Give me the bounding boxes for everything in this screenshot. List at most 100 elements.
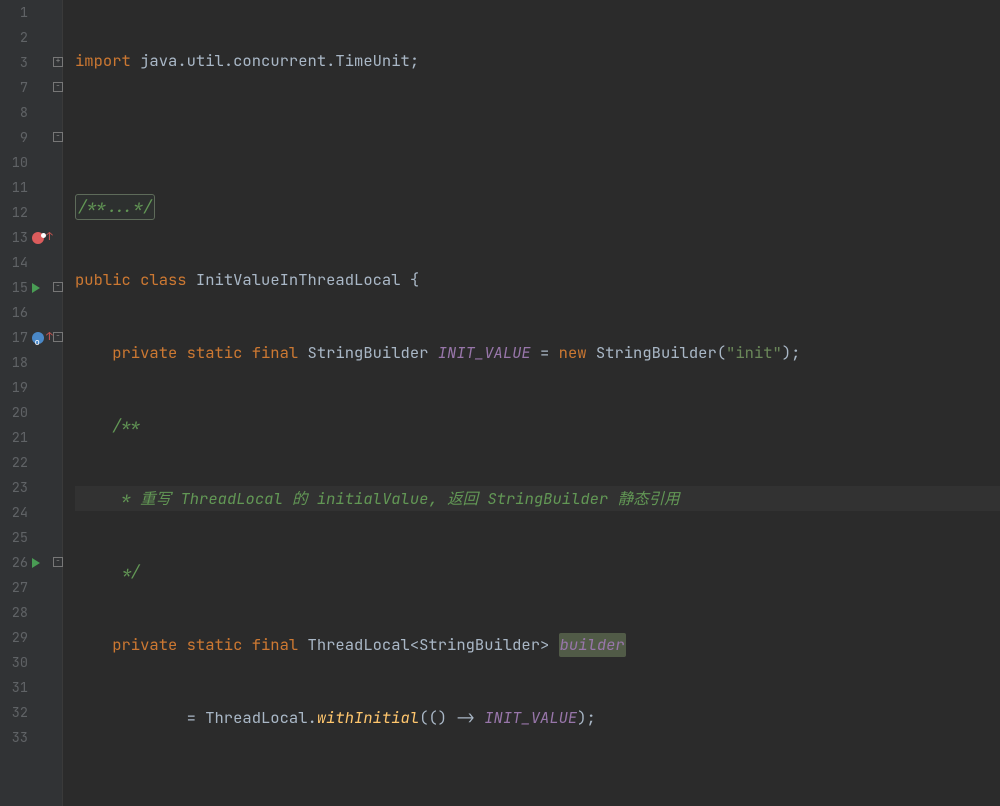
gutter-row[interactable]: 26 — [0, 550, 62, 575]
text: ); — [577, 706, 596, 730]
gutter-icons — [32, 351, 62, 375]
gutter-row[interactable]: 7 — [0, 75, 62, 100]
gutter-row[interactable]: 32 — [0, 700, 62, 725]
keyword: public — [75, 268, 140, 292]
keyword: private static final — [112, 633, 307, 657]
javadoc: 的 — [283, 487, 317, 511]
gutter-icons — [32, 501, 62, 525]
gutter-row[interactable]: 25 — [0, 525, 62, 550]
gutter-row[interactable]: 2 — [0, 25, 62, 50]
gutter-row[interactable]: 18 — [0, 350, 62, 375]
field: INIT_VALUE — [484, 706, 577, 730]
code-line: import java.util.concurrent.TimeUnit; — [75, 48, 1000, 73]
fold-collapse-icon[interactable] — [53, 282, 63, 292]
indent — [75, 560, 122, 584]
gutter-row[interactable]: 20 — [0, 400, 62, 425]
code-line: private static final ThreadLocal<StringB… — [75, 632, 1000, 657]
gutter-icons — [32, 251, 62, 275]
gutter-icons — [32, 526, 62, 550]
gutter-icons — [32, 701, 62, 725]
line-number: 1 — [0, 1, 32, 25]
gutter-icons — [32, 201, 62, 225]
code-line: public class InitValueInThreadLocal { — [75, 267, 1000, 292]
line-number: 28 — [0, 601, 32, 625]
gutter-row[interactable]: 17↑ — [0, 325, 62, 350]
line-number: 32 — [0, 701, 32, 725]
fold-collapse-icon[interactable] — [53, 132, 63, 142]
code-editor[interactable]: 12378910111213↑14151617↑1819202122232425… — [0, 0, 1000, 806]
folded-comment[interactable]: /**...*/ — [75, 194, 155, 220]
gutter-icons — [32, 301, 62, 325]
run-icon[interactable] — [32, 558, 40, 568]
gutter-row[interactable]: 19 — [0, 375, 62, 400]
fold-collapse-icon[interactable] — [53, 557, 63, 567]
brace: { — [410, 268, 419, 292]
gutter-row[interactable]: 21 — [0, 425, 62, 450]
gutter-icons — [32, 601, 62, 625]
fold-expand-icon[interactable] — [53, 57, 63, 67]
line-number: 15 — [0, 276, 32, 300]
gutter-row[interactable]: 16 — [0, 300, 62, 325]
run-icon[interactable] — [32, 283, 40, 293]
gutter-row[interactable]: 8 — [0, 100, 62, 125]
line-number: 11 — [0, 176, 32, 200]
fold-collapse-icon[interactable] — [53, 332, 63, 342]
gutter-icons — [32, 676, 62, 700]
gutter-row[interactable]: 11 — [0, 175, 62, 200]
javadoc: ThreadLocal — [180, 487, 282, 511]
override-icon[interactable] — [32, 332, 44, 344]
gutter-row[interactable]: 28 — [0, 600, 62, 625]
javadoc: */ — [122, 560, 141, 584]
text: java.util.concurrent.TimeUnit; — [131, 49, 419, 73]
gutter-row[interactable]: 10 — [0, 150, 62, 175]
code-line — [75, 778, 1000, 803]
code-line: */ — [75, 559, 1000, 584]
gutter-row[interactable]: 1 — [0, 0, 62, 25]
gutter-row[interactable]: 31 — [0, 675, 62, 700]
gutter-row[interactable]: 33 — [0, 725, 62, 750]
line-number: 14 — [0, 251, 32, 275]
keyword: private static final — [112, 341, 307, 365]
gutter-row[interactable]: 27 — [0, 575, 62, 600]
code-line: = ThreadLocal.withInitial(() -> INIT_VAL… — [75, 705, 1000, 730]
line-number: 23 — [0, 476, 32, 500]
text: (() -> — [419, 706, 484, 730]
gutter-icons: ↑ — [32, 226, 62, 250]
method: withInitial — [317, 706, 419, 730]
indent — [75, 487, 122, 511]
line-number: 19 — [0, 376, 32, 400]
gutter-icons — [32, 451, 62, 475]
type: StringBuilder — [308, 341, 438, 365]
line-number: 9 — [0, 126, 32, 150]
gutter-row[interactable]: 29 — [0, 625, 62, 650]
gutter-row[interactable]: 23 — [0, 475, 62, 500]
gutter-row[interactable]: 22 — [0, 450, 62, 475]
text: = — [531, 341, 559, 365]
gutter-row[interactable]: 13↑ — [0, 225, 62, 250]
gutter-row[interactable]: 14 — [0, 250, 62, 275]
code-line: private static final StringBuilder INIT_… — [75, 340, 1000, 365]
code-line: /** — [75, 413, 1000, 438]
gutter-row[interactable]: 12 — [0, 200, 62, 225]
indent — [75, 414, 112, 438]
gutter-row[interactable]: 24 — [0, 500, 62, 525]
gutter-row[interactable]: 9 — [0, 125, 62, 150]
string: "init" — [726, 341, 782, 365]
line-number: 17 — [0, 326, 32, 350]
breakpoint-icon[interactable] — [32, 232, 44, 244]
gutter-icons — [32, 476, 62, 500]
gutter[interactable]: 12378910111213↑14151617↑1819202122232425… — [0, 0, 63, 806]
gutter-row[interactable]: 30 — [0, 650, 62, 675]
type: ThreadLocal<StringBuilder> — [308, 633, 559, 657]
keyword: new — [559, 341, 596, 365]
gutter-row[interactable]: 3 — [0, 50, 62, 75]
line-number: 30 — [0, 651, 32, 675]
line-number: 22 — [0, 451, 32, 475]
gutter-icons — [32, 426, 62, 450]
line-number: 27 — [0, 576, 32, 600]
code-line — [75, 121, 1000, 146]
field: builder — [559, 633, 626, 657]
gutter-row[interactable]: 15 — [0, 275, 62, 300]
fold-collapse-icon[interactable] — [53, 82, 63, 92]
code-area[interactable]: import java.util.concurrent.TimeUnit; /*… — [63, 0, 1000, 806]
